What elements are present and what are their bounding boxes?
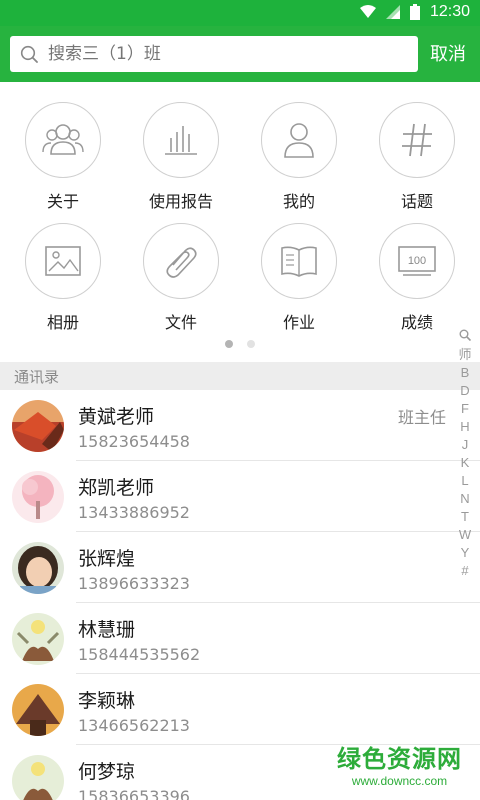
cancel-button[interactable]: 取消: [430, 40, 466, 66]
contact-name: 何梦琼: [78, 761, 136, 783]
score-badge-text: 100: [408, 255, 426, 267]
clock: 12:30: [429, 3, 470, 20]
index-letter[interactable]: Y: [456, 544, 474, 562]
grid-item-usage-report[interactable]: 使用报告: [121, 102, 241, 212]
person-icon: [284, 123, 314, 158]
search-icon: [20, 45, 38, 63]
grid-item-mine[interactable]: 我的: [239, 102, 359, 212]
feature-grid: 关于 使用报告 我的 话题 相册 文件 作业 100 成绩: [0, 82, 480, 362]
battery-icon: [409, 4, 420, 20]
avatar: [12, 684, 64, 736]
index-search-icon[interactable]: [456, 328, 474, 346]
contacts-section-header: 通讯录: [0, 362, 480, 390]
watermark-title: 绿色资源网: [337, 745, 462, 773]
contact-phone: 15836653396: [78, 787, 190, 800]
signal-icon: [385, 5, 400, 19]
watermark: 绿色资源网 www.downcc.com: [337, 739, 462, 788]
score-icon: 100: [398, 246, 436, 276]
index-letter[interactable]: W: [456, 526, 474, 544]
list-item[interactable]: 黄斌老师 15823654458 班主任: [0, 390, 480, 461]
list-item[interactable]: 李颖琳 13466562213: [0, 674, 480, 745]
image-icon: [45, 246, 81, 276]
grid-item-score[interactable]: 100 成绩: [357, 223, 477, 333]
search-input[interactable]: [48, 36, 408, 72]
grid-item-file[interactable]: 文件: [121, 223, 241, 333]
avatar: [12, 755, 64, 800]
index-letter[interactable]: F: [456, 400, 474, 418]
alpha-index[interactable]: 师 B D F H J K L N T W Y #: [456, 328, 474, 580]
grid-item-label: 文件: [164, 313, 197, 332]
grid-item-topic[interactable]: 话题: [357, 102, 477, 212]
index-letter[interactable]: D: [456, 382, 474, 400]
grid-item-label: 使用报告: [148, 192, 213, 211]
grid-item-album[interactable]: 相册: [3, 223, 123, 333]
grid-item-label: 我的: [282, 192, 315, 211]
search-box[interactable]: [10, 36, 418, 72]
avatar: [12, 542, 64, 594]
index-letter[interactable]: T: [456, 508, 474, 526]
group-icon: [42, 124, 84, 155]
index-letter[interactable]: B: [456, 364, 474, 382]
page-dot-active: [225, 340, 233, 348]
index-letter[interactable]: K: [456, 454, 474, 472]
hashtag-icon: [402, 123, 432, 157]
grid-item-label: 话题: [400, 192, 433, 211]
index-letter[interactable]: #: [456, 562, 474, 580]
contact-name: 黄斌老师: [78, 406, 155, 428]
watermark-url: www.downcc.com: [351, 774, 448, 788]
book-icon: [281, 246, 317, 277]
page-indicator: [0, 340, 480, 348]
index-letter[interactable]: J: [456, 436, 474, 454]
page-dot: [247, 340, 255, 348]
grid-item-label: 相册: [46, 313, 79, 332]
contact-phone: 13896633323: [78, 574, 190, 593]
grid-item-homework[interactable]: 作业: [239, 223, 359, 333]
contact-phone: 158444535562: [78, 645, 201, 664]
index-letter[interactable]: L: [456, 472, 474, 490]
list-item[interactable]: 郑凯老师 13433886952: [0, 461, 480, 532]
grid-item-label: 关于: [46, 192, 79, 211]
contact-phone: 15823654458: [78, 432, 190, 451]
grid-item-about[interactable]: 关于: [3, 102, 123, 212]
contact-name: 李颖琳: [78, 690, 136, 712]
index-letter[interactable]: 师: [456, 346, 474, 364]
wifi-icon: [359, 5, 376, 18]
bar-chart-icon: [165, 126, 197, 155]
avatar: [12, 400, 64, 452]
avatar: [12, 613, 64, 665]
contact-name: 林慧珊: [78, 619, 136, 641]
status-bar: 12:30: [0, 0, 480, 26]
avatar: [12, 471, 64, 523]
contact-phone: 13433886952: [78, 503, 190, 522]
contact-name: 郑凯老师: [78, 477, 155, 499]
index-letter[interactable]: H: [456, 418, 474, 436]
grid-item-label: 作业: [282, 313, 315, 332]
paperclip-icon: [166, 247, 197, 278]
index-letter[interactable]: N: [456, 490, 474, 508]
list-item[interactable]: 林慧珊 158444535562: [0, 603, 480, 674]
contact-name: 张辉煌: [78, 548, 136, 570]
list-item[interactable]: 张辉煌 13896633323: [0, 532, 480, 603]
contact-phone: 13466562213: [78, 716, 190, 735]
search-bar: 取消: [0, 26, 480, 82]
contact-role-badge: 班主任: [397, 408, 446, 427]
